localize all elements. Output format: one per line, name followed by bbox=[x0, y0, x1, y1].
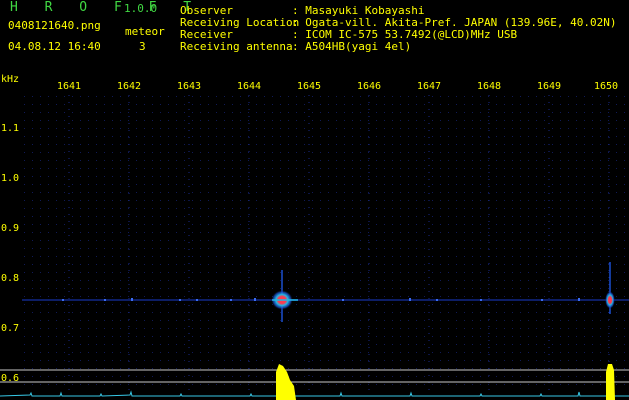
count-bar-2 bbox=[606, 364, 615, 400]
x-tick-1645: 1645 bbox=[296, 81, 322, 92]
x-tick-1642: 1642 bbox=[116, 81, 142, 92]
count-baseline bbox=[0, 390, 629, 397]
y-tick-0-9: 0.9 bbox=[1, 223, 20, 234]
noise-background bbox=[22, 92, 629, 390]
hrofft-window: H R O F F T 1.0.0 0408121640.png meteor … bbox=[0, 0, 629, 400]
x-tick-1647: 1647 bbox=[416, 81, 442, 92]
y-tick-0-8: 0.8 bbox=[1, 273, 20, 284]
spectrogram-plot bbox=[0, 92, 629, 400]
x-tick-1649: 1649 bbox=[536, 81, 562, 92]
x-tick-1646: 1646 bbox=[356, 81, 382, 92]
x-tick-1644: 1644 bbox=[236, 81, 262, 92]
y-tick-1-1: 1.1 bbox=[1, 123, 20, 134]
x-tick-1641: 1641 bbox=[56, 81, 82, 92]
y-tick-0-6: 0.6 bbox=[1, 373, 20, 384]
x-tick-1643: 1643 bbox=[176, 81, 202, 92]
x-tick-1648: 1648 bbox=[476, 81, 502, 92]
x-tick-1650: 1650 bbox=[593, 81, 619, 92]
y-tick-0-7: 0.7 bbox=[1, 323, 20, 334]
y-axis-unit: kHz bbox=[1, 74, 20, 85]
y-tick-1-0: 1.0 bbox=[1, 173, 20, 184]
